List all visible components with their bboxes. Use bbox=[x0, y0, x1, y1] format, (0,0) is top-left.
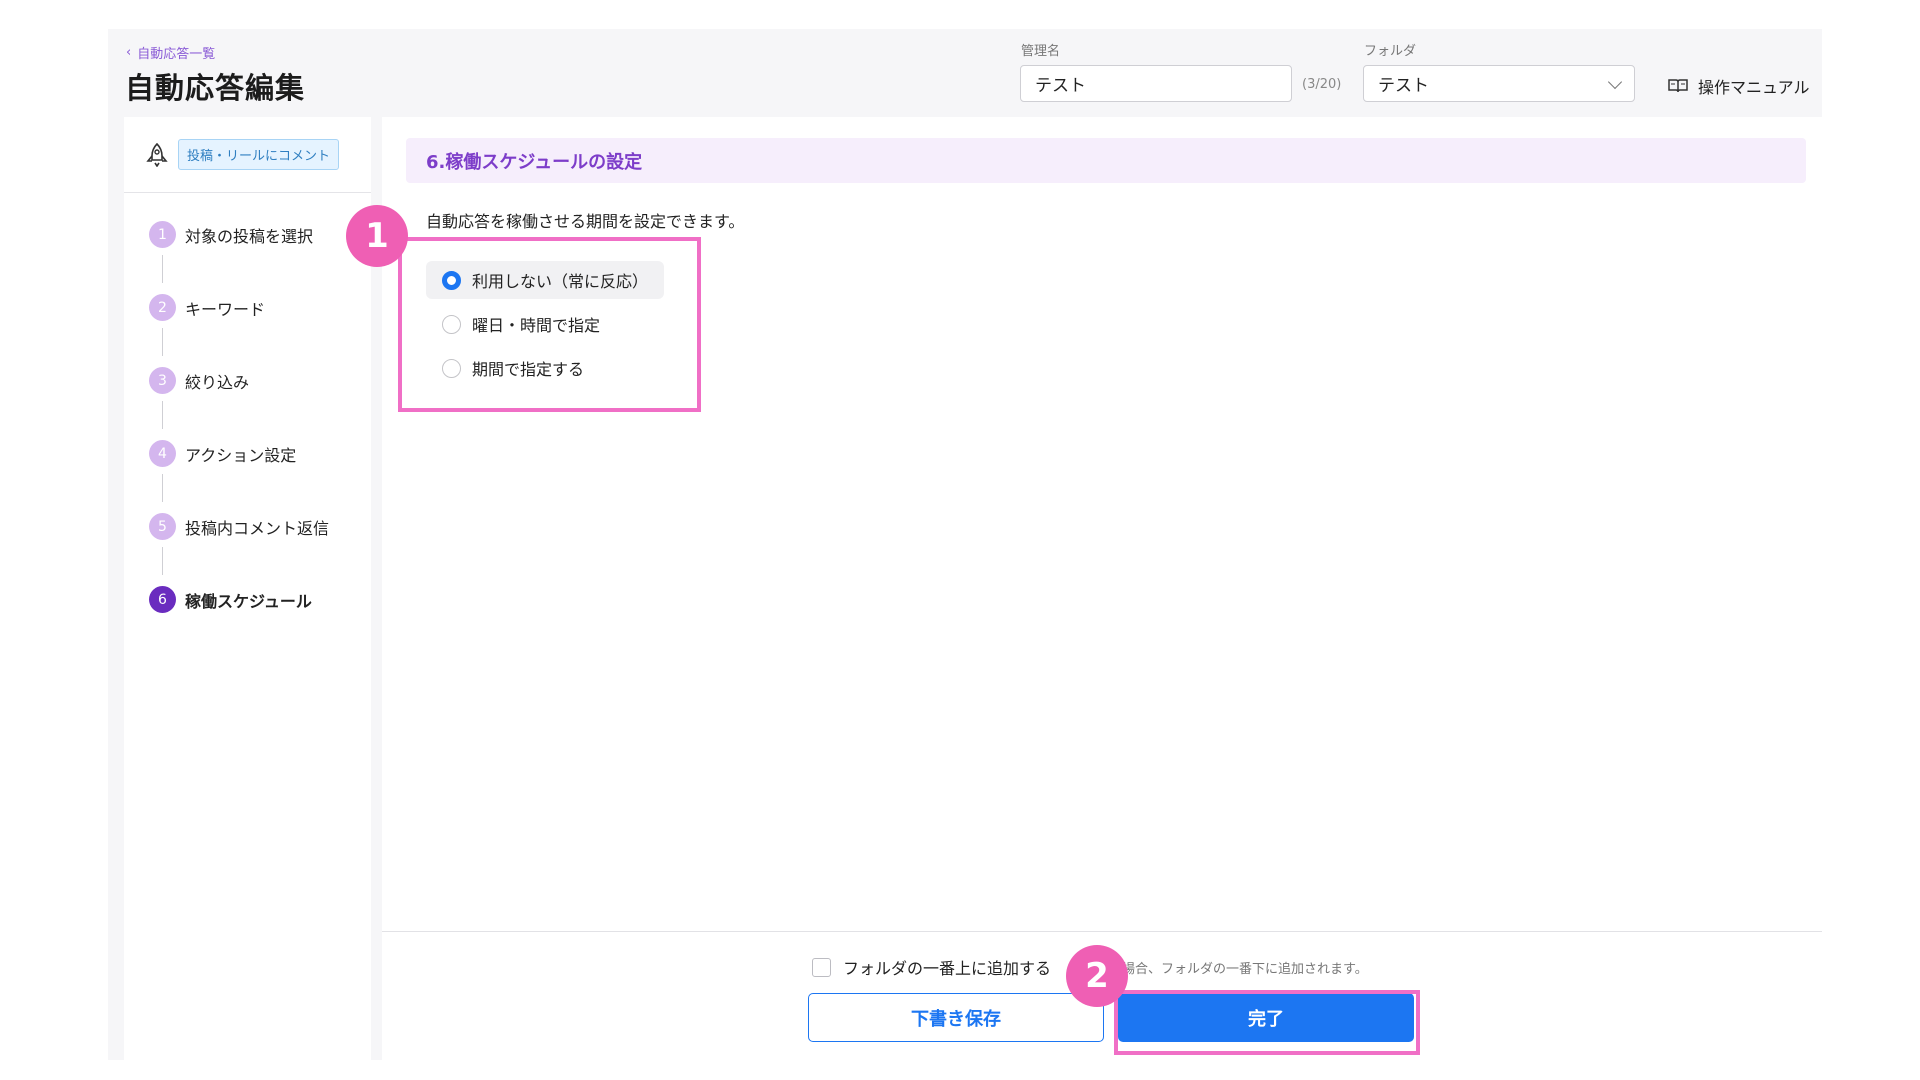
step-3[interactable]: 3 絞り込み bbox=[149, 367, 249, 394]
sidebar: 投稿・リールにコメント 1 対象の投稿を選択 2 キーワード 3 絞り込み 4 … bbox=[124, 117, 371, 1060]
rocket-icon bbox=[146, 142, 168, 167]
step-marker-2: 2 bbox=[1066, 945, 1128, 1007]
save-draft-button[interactable]: 下書き保存 bbox=[808, 993, 1104, 1042]
step-4[interactable]: 4 アクション設定 bbox=[149, 440, 296, 467]
add-to-top-option[interactable]: フォルダの一番上に追加する bbox=[812, 955, 1051, 979]
name-input[interactable]: テスト bbox=[1020, 65, 1292, 102]
step-label: 投稿内コメント返信 bbox=[185, 518, 330, 538]
add-to-top-note: 場合、フォルダの一番下に追加されます。 bbox=[1122, 962, 1368, 977]
chevron-left-icon: ‹ bbox=[126, 45, 132, 60]
manual-label: 操作マニュアル bbox=[1698, 78, 1810, 97]
step-connector bbox=[162, 474, 163, 502]
manual-link[interactable]: 操作マニュアル bbox=[1668, 74, 1810, 98]
app-window: ‹ 自動応答一覧 自動応答編集 管理名 テスト (3/20) フォルダ テスト … bbox=[108, 29, 1822, 1060]
section-title: 6.稼働スケジュールの設定 bbox=[406, 138, 1806, 183]
trigger-badge: 投稿・リールにコメント bbox=[178, 139, 340, 170]
trigger-type: 投稿・リールにコメント bbox=[124, 117, 371, 193]
step-label: 対象の投稿を選択 bbox=[185, 226, 314, 246]
chevron-down-icon bbox=[1607, 74, 1623, 90]
step-connector bbox=[162, 255, 163, 283]
step-number: 3 bbox=[149, 367, 176, 394]
step-number: 6 bbox=[149, 586, 176, 613]
highlight-box-2 bbox=[1114, 990, 1420, 1055]
step-marker-1: 1 bbox=[346, 205, 408, 267]
step-6[interactable]: 6 稼働スケジュール bbox=[149, 586, 312, 613]
step-5[interactable]: 5 投稿内コメント返信 bbox=[149, 513, 329, 540]
step-label: 稼働スケジュール bbox=[185, 591, 312, 611]
book-icon bbox=[1668, 79, 1688, 93]
name-counter: (3/20) bbox=[1302, 77, 1342, 92]
step-1[interactable]: 1 対象の投稿を選択 bbox=[149, 221, 313, 248]
name-field-label: 管理名 bbox=[1021, 44, 1061, 59]
step-label: アクション設定 bbox=[185, 445, 297, 465]
step-number: 2 bbox=[149, 294, 176, 321]
step-number: 1 bbox=[149, 221, 176, 248]
step-connector bbox=[162, 547, 163, 575]
highlight-box-1 bbox=[398, 237, 701, 412]
add-to-top-checkbox[interactable] bbox=[812, 957, 831, 977]
folder-select-value: テスト bbox=[1378, 76, 1429, 96]
step-2[interactable]: 2 キーワード bbox=[149, 294, 265, 321]
folder-select[interactable]: テスト bbox=[1363, 65, 1635, 102]
section-description: 自動応答を稼働させる期間を設定できます。 bbox=[426, 212, 745, 231]
add-to-top-label: フォルダの一番上に追加する bbox=[843, 959, 1052, 978]
step-number: 5 bbox=[149, 513, 176, 540]
step-label: キーワード bbox=[185, 299, 266, 319]
back-link-label: 自動応答一覧 bbox=[137, 47, 216, 62]
back-link[interactable]: ‹ 自動応答一覧 bbox=[126, 43, 215, 62]
step-label: 絞り込み bbox=[185, 372, 250, 392]
step-number: 4 bbox=[149, 440, 176, 467]
step-connector bbox=[162, 401, 163, 429]
step-connector bbox=[162, 328, 163, 356]
page-title: 自動応答編集 bbox=[125, 71, 306, 105]
folder-field-label: フォルダ bbox=[1364, 44, 1417, 59]
footer-divider bbox=[382, 931, 1822, 932]
